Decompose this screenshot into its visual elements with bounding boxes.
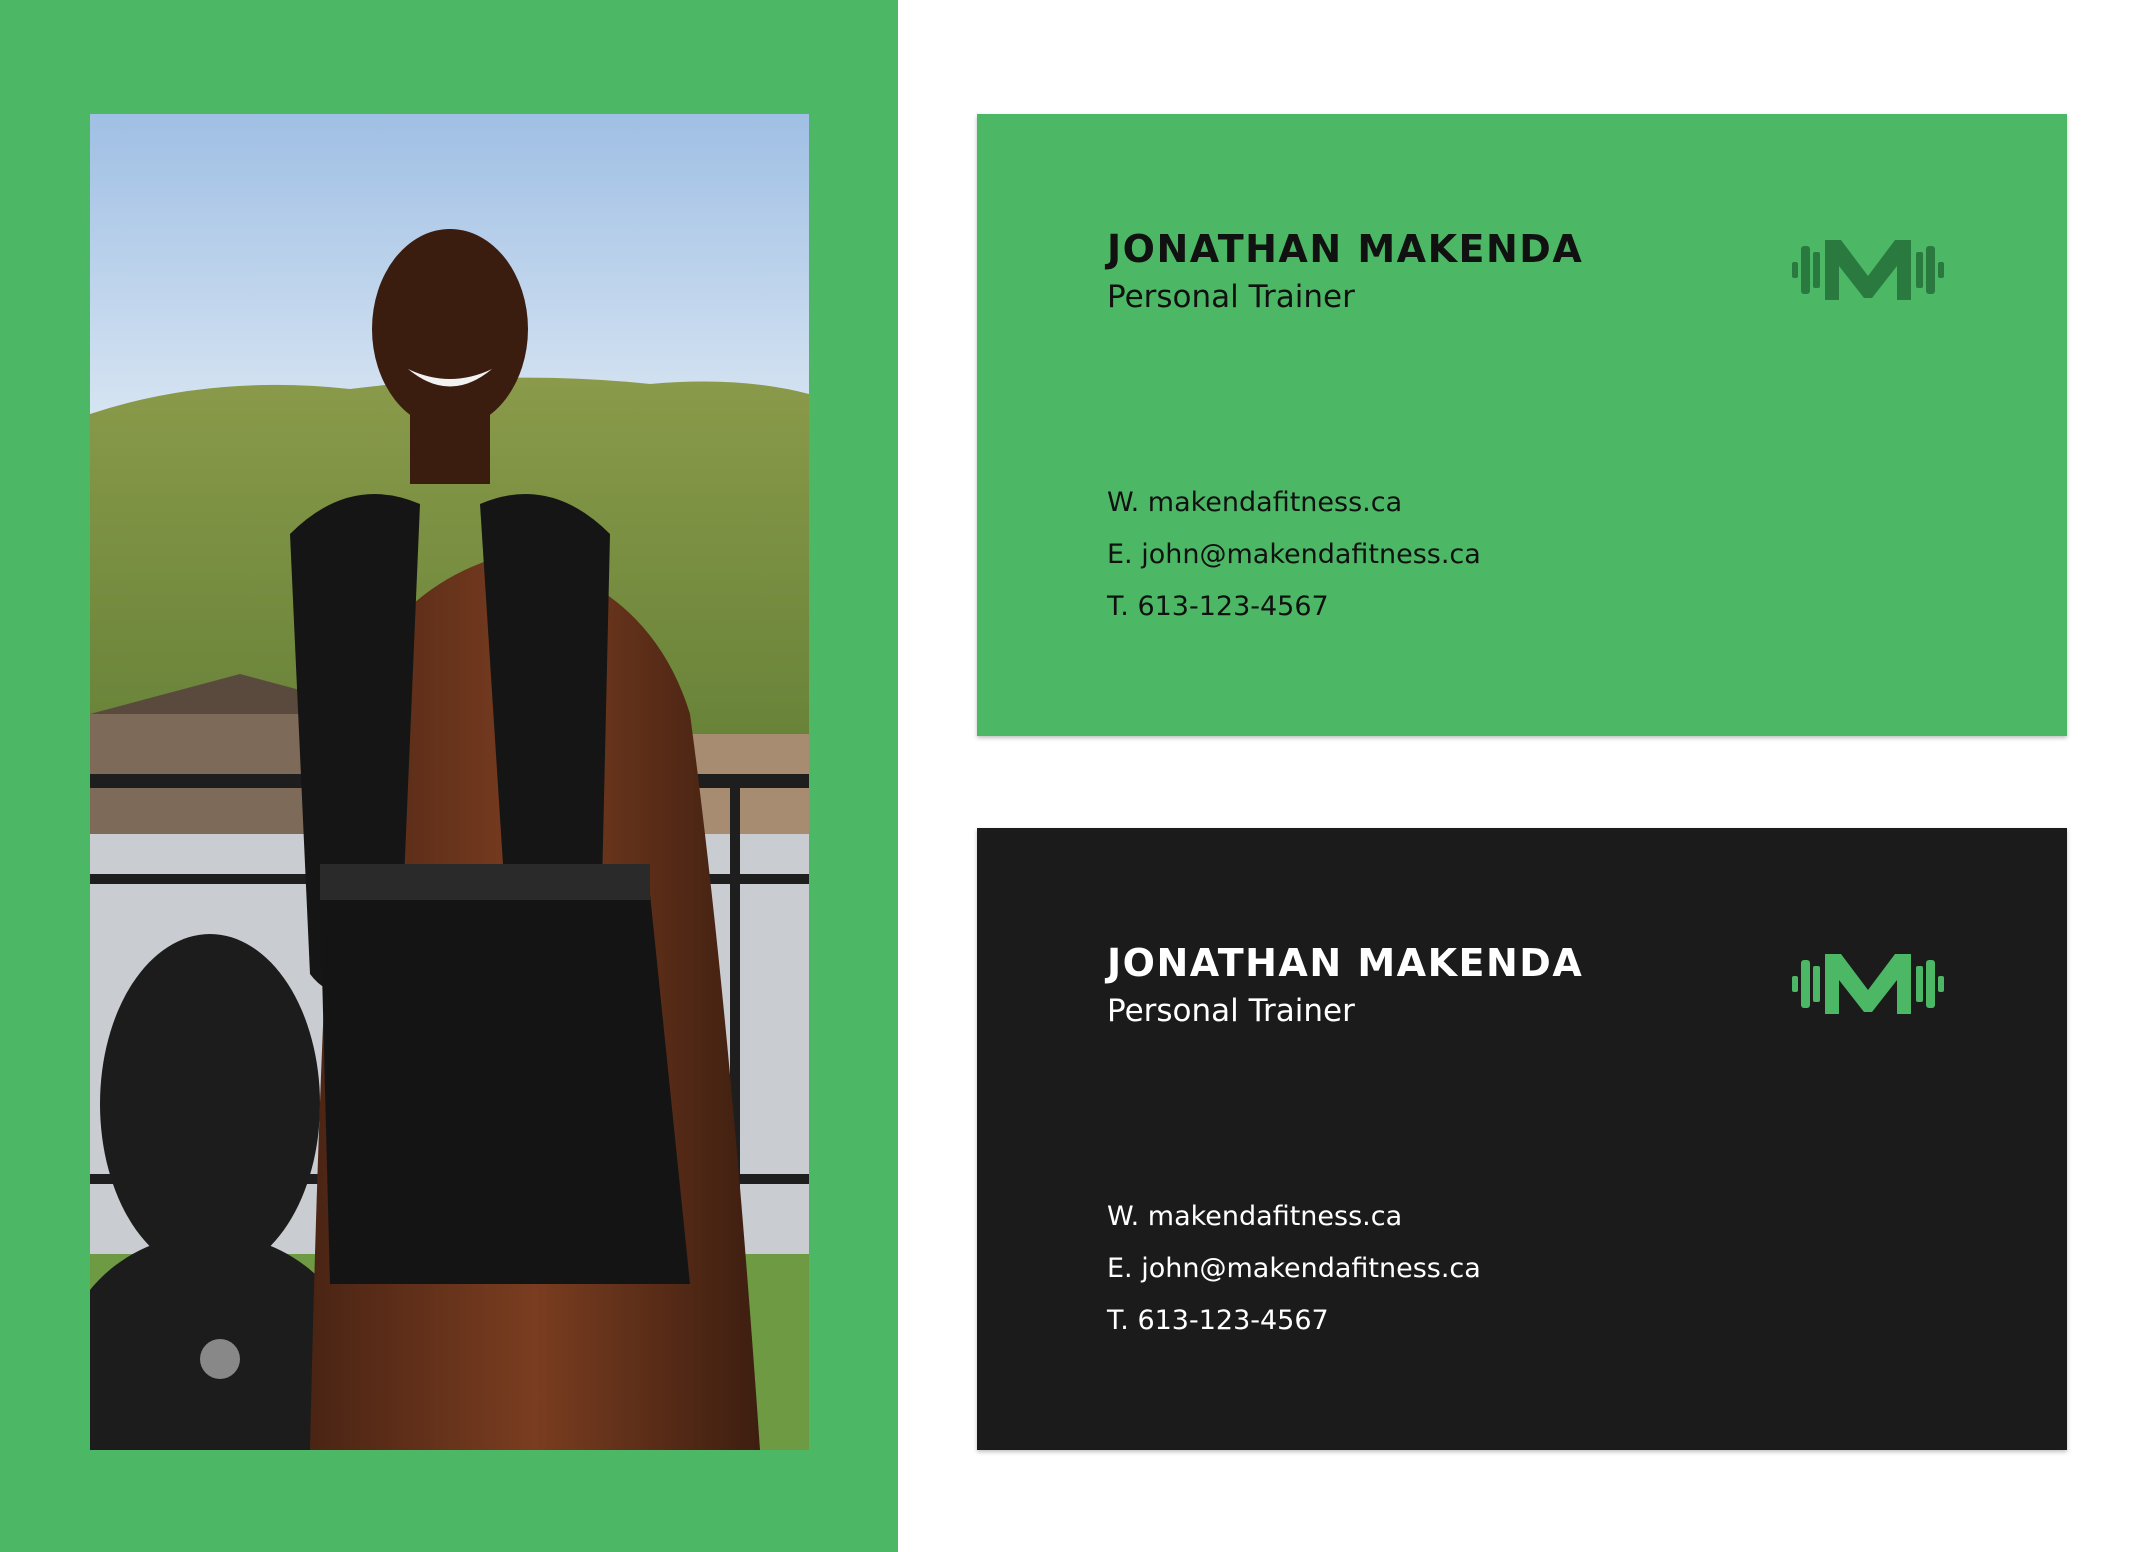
card-contact-block: W. makendafitness.ca E. john@makendafitn… [1107,477,1481,633]
dumbbell-m-logo-icon [1792,236,1944,304]
business-card-dark: JONATHAN MAKENDA Personal Trainer W. mak… [977,828,2067,1450]
trainer-photo-illustration [90,114,809,1450]
dumbbell-m-logo-icon [1792,950,1944,1018]
card-email: E. john@makendafitness.ca [1107,1253,1481,1284]
card-phone: T. 613-123-4567 [1107,591,1329,622]
dumbbell-m-logo-svg [1792,954,1944,1014]
card-role: Personal Trainer [1107,993,1355,1029]
card-website: W. makendafitness.ca [1107,487,1403,518]
card-contact-block: W. makendafitness.ca E. john@makendafitn… [1107,1191,1481,1347]
left-green-panel [0,0,898,1552]
card-website: W. makendafitness.ca [1107,1201,1403,1232]
card-phone: T. 613-123-4567 [1107,1305,1329,1336]
card-role: Personal Trainer [1107,279,1355,315]
trainer-photo [90,114,809,1450]
business-card-green: JONATHAN MAKENDA Personal Trainer W. mak… [977,114,2067,736]
card-name: JONATHAN MAKENDA [1107,941,1584,985]
card-name: JONATHAN MAKENDA [1107,227,1584,271]
card-email: E. john@makendafitness.ca [1107,539,1481,570]
dumbbell-m-logo-svg [1792,240,1944,300]
